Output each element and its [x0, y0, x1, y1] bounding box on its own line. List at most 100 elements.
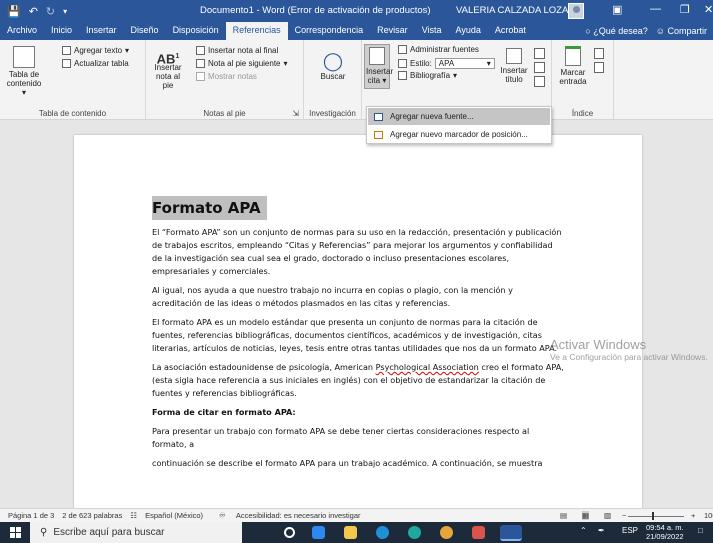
tab-vista[interactable]: Vista [415, 22, 449, 40]
share-button[interactable]: ☺ Compartir [656, 26, 707, 36]
paragraph-1[interactable]: El “Formato APA” son un conjunto de norm… [152, 226, 564, 278]
style-select[interactable]: Estilo: APA ▾ [398, 58, 495, 69]
group-footnotes: AB1 Insertar nota al pie Insertar nota a… [146, 40, 304, 120]
pen-icon[interactable]: ✒ [598, 526, 605, 535]
tab-inicio[interactable]: Inicio [44, 22, 79, 40]
language[interactable]: Español (México) [145, 511, 203, 520]
update-table-figures-icon[interactable] [534, 62, 545, 73]
insert-citation-menu: Agregar nueva fuente... Agregar nuevo ma… [366, 106, 552, 144]
web-layout-icon[interactable]: ▧ [604, 511, 611, 520]
search-button[interactable]: ◯ Buscar [316, 50, 350, 81]
document-body[interactable]: Formato APA El “Formato APA” son un conj… [152, 196, 564, 476]
tab-diseno[interactable]: Diseño [124, 22, 166, 40]
taskbar-search[interactable]: ⚲ Escribe aquí para buscar [30, 522, 242, 543]
notifications-icon[interactable]: □ [698, 526, 703, 535]
page-title[interactable]: Formato APA [152, 196, 267, 220]
insert-citation-button[interactable]: Insertar cita ▾ [364, 44, 393, 89]
insert-index-icon[interactable] [594, 48, 604, 59]
spell-error[interactable]: Psychological Association [376, 362, 479, 372]
update-index-icon[interactable] [594, 62, 604, 73]
page-count[interactable]: Página 1 de 3 [8, 511, 54, 520]
zoom-in-icon[interactable]: + [691, 511, 695, 520]
cortana-icon[interactable] [284, 527, 295, 538]
toc-button[interactable]: Tabla de contenido ▾ [4, 46, 44, 97]
insert-endnote-button[interactable]: Insertar nota al final [196, 46, 278, 55]
status-bar: Página 1 de 3 2 de 623 palabras ☷ Españo… [0, 508, 713, 522]
tab-disposicion[interactable]: Disposición [166, 22, 226, 40]
paragraph-4[interactable]: La asociación estadounidense de psicolog… [152, 361, 564, 400]
manage-sources-button[interactable]: Administrar fuentes [398, 45, 479, 54]
read-mode-icon[interactable]: ▤ [560, 511, 567, 520]
add-new-source-item[interactable]: Agregar nueva fuente... [368, 108, 550, 125]
edge-icon[interactable] [408, 526, 421, 539]
activation-watermark: Activar Windows Ve a Configuración para … [550, 337, 710, 363]
subheading[interactable]: Forma de citar en formato APA: [152, 406, 564, 419]
tab-insertar[interactable]: Insertar [79, 22, 124, 40]
zoom-out-icon[interactable]: − [622, 511, 626, 520]
tab-revisar[interactable]: Revisar [370, 22, 415, 40]
tray-chevron-icon[interactable]: ⌃ [580, 526, 587, 535]
document-workspace: Formato APA El “Formato APA” son un conj… [0, 121, 713, 508]
activation-title: Activar Windows [550, 337, 647, 352]
footnote-icon: AB1 [156, 51, 180, 67]
avatar[interactable] [568, 3, 584, 19]
next-footnote-button[interactable]: Nota al pie siguiente ▾ [196, 59, 288, 68]
chevron-down-icon: ▾ [486, 59, 491, 68]
update-table-button[interactable]: Actualizar tabla [62, 59, 129, 68]
zoom-slider-handle[interactable] [652, 512, 654, 520]
ribbon-display-icon[interactable]: ▣ [612, 3, 622, 16]
paragraph-6[interactable]: continuación se describe el formato APA … [152, 457, 564, 470]
start-button[interactable] [0, 522, 30, 543]
accessibility-status[interactable]: ♾ Accesibilidad: es necesario investigar [211, 511, 360, 520]
dialog-launcher-icon[interactable]: ⇲ [292, 109, 299, 118]
redo-icon[interactable]: ↻ [46, 5, 55, 18]
mark-entry-button[interactable]: Marcar entrada [556, 46, 590, 86]
customize-qa-icon[interactable]: ▾ [63, 7, 67, 16]
next-footnote-icon [196, 59, 205, 68]
chrome-icon[interactable] [440, 526, 453, 539]
store-icon[interactable] [312, 526, 325, 539]
paragraph-2[interactable]: Al igual, nos ayuda a que nuestro trabaj… [152, 284, 564, 310]
cross-reference-icon[interactable] [534, 76, 545, 87]
paragraph-5[interactable]: Para presentar un trabajo con formato AP… [152, 425, 564, 451]
word-count[interactable]: 2 de 623 palabras [62, 511, 122, 520]
paragraph-3[interactable]: El formato APA es un modelo estándar que… [152, 316, 564, 355]
word-taskbar-icon[interactable] [500, 525, 522, 541]
close-icon[interactable]: ✕ [704, 3, 713, 16]
tell-me-box[interactable]: ○ ¿Qué desea? [585, 26, 648, 36]
input-language[interactable]: ESP [622, 526, 638, 535]
restore-icon[interactable]: ❐ [680, 3, 690, 16]
caption-icon [506, 48, 522, 64]
insert-caption-button[interactable]: Insertar título [500, 48, 528, 84]
tab-referencias[interactable]: Referencias [225, 22, 288, 40]
insert-footnote-button[interactable]: AB1 Insertar nota al pie [150, 52, 186, 90]
insert-table-figures-icon[interactable] [534, 48, 545, 59]
office-icon[interactable] [472, 526, 485, 539]
tab-archivo[interactable]: Archivo [0, 22, 44, 40]
undo-icon[interactable]: ↶ [29, 5, 38, 18]
document-page[interactable]: Formato APA El “Formato APA” son un conj… [74, 135, 642, 508]
file-explorer-icon[interactable] [344, 526, 357, 539]
proofing-icon[interactable]: ☷ [130, 511, 137, 520]
minimize-icon[interactable]: — [650, 3, 661, 15]
account-name[interactable]: VALERIA CALZADA LOZADA [456, 5, 581, 16]
placeholder-icon [374, 130, 383, 139]
style-icon [398, 59, 407, 68]
tab-ayuda[interactable]: Ayuda [449, 22, 488, 40]
print-layout-icon[interactable]: ▦ [582, 511, 590, 520]
add-text-button[interactable]: Agregar texto ▾ [62, 46, 129, 55]
telegram-icon[interactable] [376, 526, 389, 539]
endnote-icon [196, 46, 205, 55]
tab-correspondencia[interactable]: Correspondencia [288, 22, 371, 40]
save-icon[interactable]: 💾 [7, 5, 21, 18]
show-notes-button[interactable]: Mostrar notas [196, 72, 257, 81]
bibliography-button[interactable]: Bibliografía ▾ [398, 71, 457, 80]
mark-entry-icon [565, 46, 581, 66]
zoom-slider[interactable] [628, 516, 684, 517]
add-placeholder-item[interactable]: Agregar nuevo marcador de posición... [368, 126, 550, 143]
document-title: Documento1 - Word (Error de activación d… [200, 5, 431, 16]
clock[interactable]: 09:54 a. m. 21/09/2022 [646, 523, 684, 541]
tab-acrobat[interactable]: Acrobat [488, 22, 533, 40]
zoom-level[interactable]: 100 [704, 511, 713, 520]
lightbulb-icon: ○ [585, 26, 591, 36]
